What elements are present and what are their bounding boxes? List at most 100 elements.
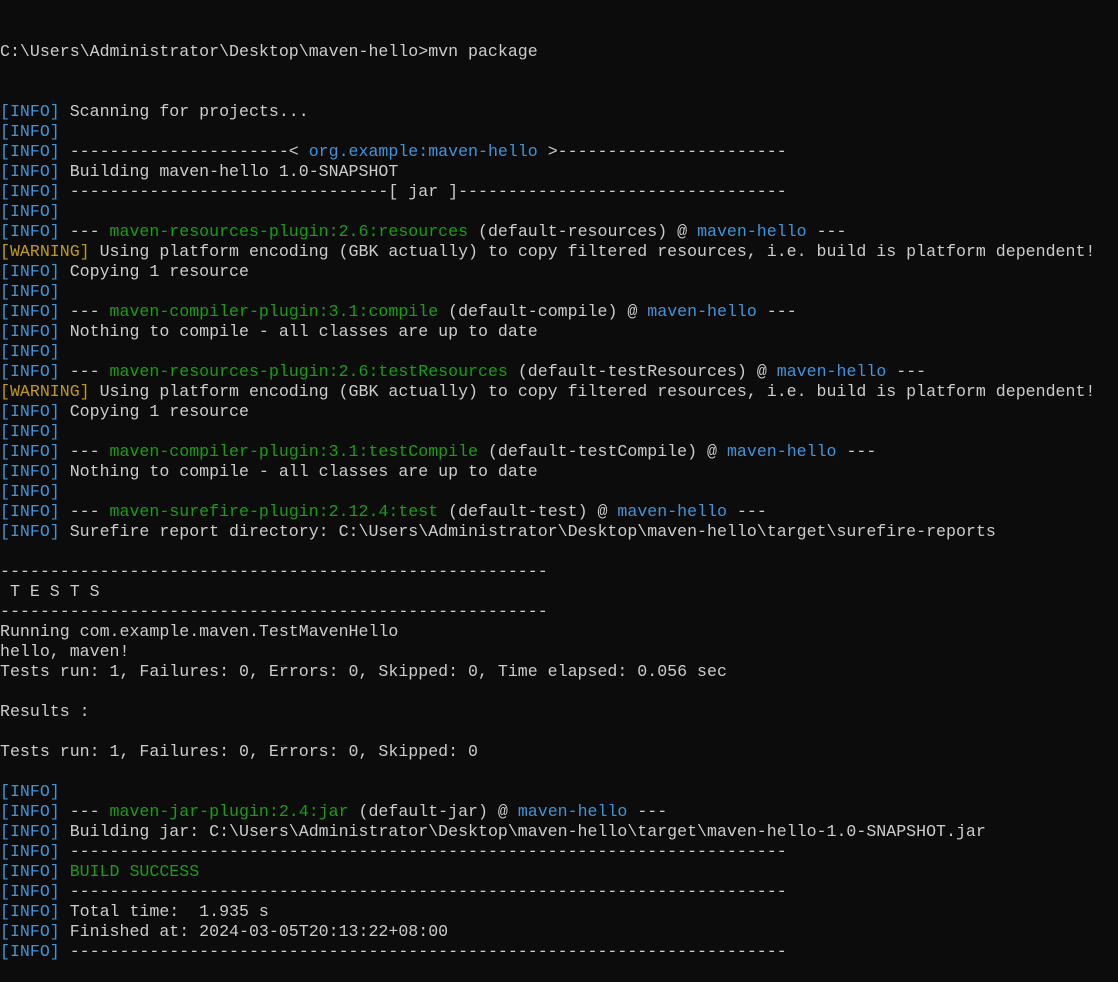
artifact-id: maven-hello [647,302,757,321]
command-line: C:\Users\Administrator\Desktop\maven-hel… [0,42,538,61]
output-text: --- [726,502,767,521]
output-text: ----------------------------------------… [0,602,548,621]
output-text: --- [806,222,847,241]
plugin-goal: maven-surefire-plugin:2.12.4:test [109,502,439,521]
log-level-info: [INFO] [0,942,60,961]
artifact-id: maven-hello [617,502,727,521]
output-text: --- [59,802,110,821]
output-text: Using platform encoding (GBK actually) t… [89,242,1096,261]
output-text: --- [59,362,110,381]
output-text: ----------------------------------------… [59,882,787,901]
plugin-goal: maven-compiler-plugin:3.1:compile [109,302,439,321]
log-level-info: [INFO] [0,402,60,421]
output-line: Results : [0,702,1118,722]
log-level-info: [INFO] [0,302,60,321]
output-text: ----------------------------------------… [59,942,787,961]
output-line: [INFO] [0,122,1118,142]
plugin-goal: maven-resources-plugin:2.6:testResources [109,362,508,381]
output-line: [INFO] ---------------------------------… [0,882,1118,902]
output-text: --- [59,502,110,521]
output-line: [INFO] --- maven-jar-plugin:2.4:jar (def… [0,802,1118,822]
output-text: --- [59,442,110,461]
output-line: [INFO] [0,422,1118,442]
output-line: [INFO] Copying 1 resource [0,402,1118,422]
output-text: Finished at: 2024-03-05T20:13:22+08:00 [59,922,449,941]
terminal-output[interactable]: C:\Users\Administrator\Desktop\maven-hel… [0,0,1118,961]
output-lines: [INFO] Scanning for projects... [INFO] [IN… [0,102,1118,962]
output-line: [INFO] ---------------------------------… [0,942,1118,962]
log-level-info: [INFO] [0,262,60,281]
log-level-info: [INFO] [0,342,60,361]
log-level-warning: [WARNING] [0,382,90,401]
artifact-id: org.example:maven-hello [308,142,538,161]
output-line: [INFO] [0,282,1118,302]
output-text: --------------------------------[ jar ]-… [59,182,787,201]
log-level-info: [INFO] [0,442,60,461]
log-level-info: [INFO] [0,362,60,381]
artifact-id: maven-hello [726,442,837,461]
output-line: Tests run: 1, Failures: 0, Errors: 0, Sk… [0,662,1118,682]
log-level-info: [INFO] [0,922,60,941]
output-line: T E S T S [0,582,1118,602]
output-text: hello, maven! [0,642,130,661]
output-line: [INFO] Total time: 1.935 s [0,902,1118,922]
output-line: [INFO] Nothing to compile - all classes … [0,462,1118,482]
output-text: T E S T S [0,582,100,601]
output-line: [INFO] --- maven-compiler-plugin:3.1:tes… [0,442,1118,462]
output-line: ----------------------------------------… [0,602,1118,622]
output-line: [INFO] Nothing to compile - all classes … [0,322,1118,342]
output-line: [INFO] BUILD SUCCESS [0,862,1118,882]
artifact-id: maven-hello [697,222,807,241]
output-line: [INFO] --- maven-surefire-plugin:2.12.4:… [0,502,1118,522]
output-text: >----------------------- [537,142,787,161]
output-line: ----------------------------------------… [0,562,1118,582]
output-text: Surefire report directory: C:\Users\Admi… [59,522,996,541]
output-text: Nothing to compile - all classes are up … [59,322,538,341]
output-line: [INFO] --- maven-resources-plugin:2.6:te… [0,362,1118,382]
output-line: [INFO] ---------------------------------… [0,842,1118,862]
log-level-info: [INFO] [0,502,60,521]
output-line: hello, maven! [0,642,1118,662]
log-level-info: [INFO] [0,882,60,901]
log-level-info: [INFO] [0,462,60,481]
output-text: --- [627,802,668,821]
output-line: [INFO] Scanning for projects... [0,102,1118,122]
output-text: --- [756,302,797,321]
output-text: Scanning for projects... [59,102,309,121]
output-text: (default-jar) @ [348,802,518,821]
plugin-goal: maven-resources-plugin:2.6:resources [109,222,469,241]
output-text: Copying 1 resource [59,402,249,421]
log-level-info: [INFO] [0,782,60,801]
plugin-goal: maven-compiler-plugin:3.1:testCompile [109,442,478,461]
output-text: Total time: 1.935 s [59,902,269,921]
output-text: (default-resources) @ [468,222,698,241]
log-level-info: [INFO] [0,202,60,221]
output-text: (default-testCompile) @ [478,442,727,461]
output-text: --- [886,362,927,381]
output-text: Building jar: C:\Users\Administrator\Des… [59,822,986,841]
output-line: [INFO] Building maven-hello 1.0-SNAPSHOT [0,162,1118,182]
output-text: --- [59,222,110,241]
output-line: [INFO] --- maven-compiler-plugin:3.1:com… [0,302,1118,322]
build-status: BUILD SUCCESS [69,862,200,881]
log-level-info: [INFO] [0,122,60,141]
output-text: Tests run: 1, Failures: 0, Errors: 0, Sk… [0,662,727,681]
log-level-info: [INFO] [0,822,60,841]
output-line: [INFO] Finished at: 2024-03-05T20:13:22+… [0,922,1118,942]
output-text: (default-test) @ [438,502,618,521]
output-line: [INFO] --- maven-resources-plugin:2.6:re… [0,222,1118,242]
output-line: [INFO] Building jar: C:\Users\Administra… [0,822,1118,842]
output-text: Building maven-hello 1.0-SNAPSHOT [59,162,399,181]
log-level-info: [INFO] [0,802,60,821]
log-level-info: [INFO] [0,182,60,201]
output-text: ----------------------------------------… [0,562,548,581]
output-line: [INFO] --------------------------------[… [0,182,1118,202]
output-text: Nothing to compile - all classes are up … [59,462,538,481]
output-text: Copying 1 resource [59,262,249,281]
output-line: [INFO] [0,782,1118,802]
output-text: (default-compile) @ [438,302,648,321]
